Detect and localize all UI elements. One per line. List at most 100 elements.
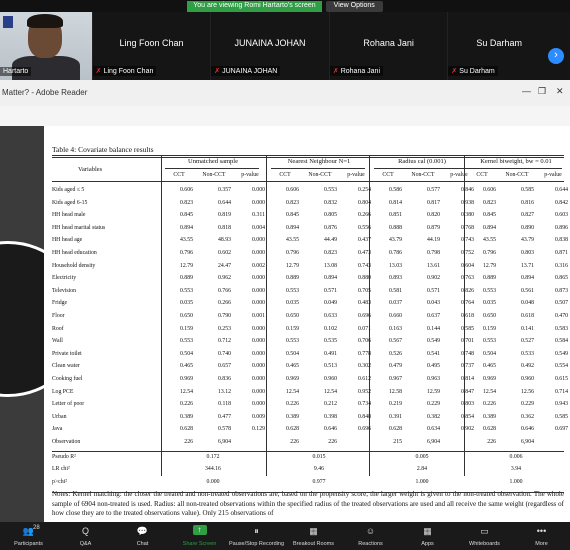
table-cell: 0.848 — [357, 413, 371, 420]
table-cell: 0.585 — [520, 187, 534, 193]
header-rule — [52, 181, 564, 182]
toolbar-participants-button[interactable]: 👥 28 Participants — [0, 522, 57, 550]
table-cell: 226 — [328, 439, 337, 445]
table-cell: 0.504 — [482, 350, 496, 357]
table-cell: 12.79 — [285, 262, 299, 269]
table-cell: 0.102 — [323, 325, 337, 332]
table-cell: 0.743 — [357, 262, 371, 269]
row-label: Wall — [52, 338, 63, 345]
row-label: Floor — [52, 313, 65, 319]
row-label: Cooking fuel — [52, 376, 83, 382]
table-cell: 0.865 — [554, 275, 568, 282]
toolbar-qa-button[interactable]: Q Q&A — [57, 522, 114, 550]
minimize-icon[interactable]: — — [522, 86, 531, 96]
summary-cell: 9.46 — [313, 466, 325, 473]
toolbar-more-button[interactable]: ••• More — [513, 522, 570, 550]
close-icon[interactable]: ✕ — [556, 86, 564, 97]
window-title: Matter? - Adobe Reader — [2, 88, 88, 97]
table-cell: 0.823 — [285, 199, 299, 206]
table-cell: 0.634 — [426, 426, 440, 433]
table-cell: 0.827 — [520, 212, 534, 219]
column-subheader: Non-CCT — [308, 172, 332, 178]
toolbar-pause-stop-recording-button[interactable]: ⏸ Pause/Stop Recording — [228, 522, 285, 550]
table-cell: 0.253 — [217, 325, 231, 332]
toolbar-share-screen-button[interactable]: ↑ Share Screen — [171, 522, 228, 550]
table-cell: 0.902 — [426, 275, 440, 282]
table-cell: 12.54 — [323, 388, 337, 395]
view-options-button[interactable]: View Options — [325, 1, 383, 12]
table-cell: 0.000 — [251, 401, 265, 408]
table-cell: 0.696 — [357, 426, 371, 433]
summary-cell: 1.000 — [415, 478, 429, 485]
toolbar-breakout-rooms-button[interactable]: ▦ Breakout Rooms — [285, 522, 342, 550]
row-label: HH head education — [52, 250, 97, 256]
table-cell: 0.526 — [388, 350, 402, 357]
table-cell: 0.541 — [426, 350, 440, 357]
column-group-header: Nearest Neighbour N=1 — [287, 158, 351, 165]
row-label: HH head marital status — [52, 224, 106, 231]
mic-muted-icon: ✗ — [95, 68, 102, 75]
table-cell: 0.960 — [520, 376, 534, 382]
table-cell: 0.816 — [520, 199, 534, 206]
document-viewport[interactable]: Table 4: Covariate balance results Varia… — [0, 126, 570, 522]
table-cell: 0.553 — [482, 287, 496, 294]
table-cell: 0.894 — [285, 224, 299, 231]
toolbar-whiteboards-button[interactable]: ▭ Whiteboards — [456, 522, 513, 550]
table-cell: 226 — [290, 439, 299, 445]
table-cell: 0.796 — [482, 250, 496, 256]
toolbar-chat-button[interactable]: 💬 Chat — [114, 522, 171, 550]
table-cell: 12.58 — [388, 388, 402, 395]
row-label: Clean water — [52, 363, 80, 370]
table-cell: 0.556 — [357, 224, 371, 231]
next-page-chevron-icon[interactable]: › — [547, 48, 564, 64]
table-cell: 0.585 — [554, 413, 568, 420]
participant-tile[interactable]: Ling Foon Chan ✗ Ling Foon Chan — [92, 12, 212, 80]
maximize-icon[interactable]: ❐ — [538, 86, 546, 97]
table-cell: 0.969 — [285, 376, 299, 382]
participant-tile[interactable]: Rohana Jani ✗ Rohana Jani — [329, 12, 449, 80]
table-cell: 0.465 — [179, 363, 193, 370]
table-cell: 0.628 — [179, 426, 193, 433]
column-subheader: p-value — [347, 172, 365, 178]
table-cell: 6,904 — [426, 439, 440, 445]
toolbar-reactions-button[interactable]: ☺ Reactions — [342, 522, 399, 550]
table-cell: 0.049 — [323, 300, 337, 307]
table-cell: 0.219 — [388, 401, 402, 408]
table-cell: 0.823 — [482, 199, 496, 206]
column-divider — [266, 156, 267, 476]
table-cell: 0.633 — [323, 313, 337, 319]
table-cell: 0.712 — [217, 338, 231, 345]
self-name-text: Hartarto — [3, 68, 29, 75]
toolbar-label: Share Screen — [182, 541, 217, 547]
self-video-tile[interactable]: Hartarto — [0, 12, 93, 80]
participant-label: ✗ Rohana Jani — [329, 66, 384, 76]
table-cell: 0.740 — [217, 350, 231, 357]
participants-icon: 👥 — [22, 526, 35, 536]
table-top-rule — [52, 155, 564, 156]
table-cell: 0.549 — [426, 338, 440, 345]
participant-tile[interactable]: JUNAINA JOHAN ✗ JUNAINA JOHAN — [211, 12, 330, 80]
table-cell: 0.362 — [520, 413, 534, 420]
table-cell: 0.553 — [179, 287, 193, 294]
table-cell: 0.479 — [388, 363, 402, 370]
table-cell: 0.389 — [482, 413, 496, 420]
table-caption: Table 4: Covariate balance results — [52, 145, 154, 154]
table-cell: 0.650 — [482, 313, 496, 319]
chat-icon: 💬 — [136, 526, 149, 536]
toolbar-label: Whiteboards — [469, 541, 500, 547]
table-cell: 0.163 — [388, 325, 402, 332]
summary-cell: 0.006 — [509, 453, 523, 460]
table-cell: 0.734 — [357, 401, 371, 408]
toolbar-apps-button[interactable]: ▦ Apps — [399, 522, 456, 550]
table-cell: 13.71 — [520, 262, 534, 269]
table-cell: 0.561 — [520, 287, 534, 294]
table-cell: 0.004 — [251, 224, 265, 231]
table-cell: 0.567 — [388, 338, 402, 345]
column-subheader: CCT — [476, 172, 488, 178]
table-cell: 0.391 — [388, 413, 402, 420]
participant-tile[interactable]: Su Darham ✗ Su Darham › — [448, 12, 570, 80]
table-cell: 0.382 — [426, 413, 440, 420]
qa-icon: Q — [81, 526, 89, 536]
table-cell: 0.311 — [252, 212, 265, 219]
table-cell: 0.000 — [251, 275, 265, 282]
